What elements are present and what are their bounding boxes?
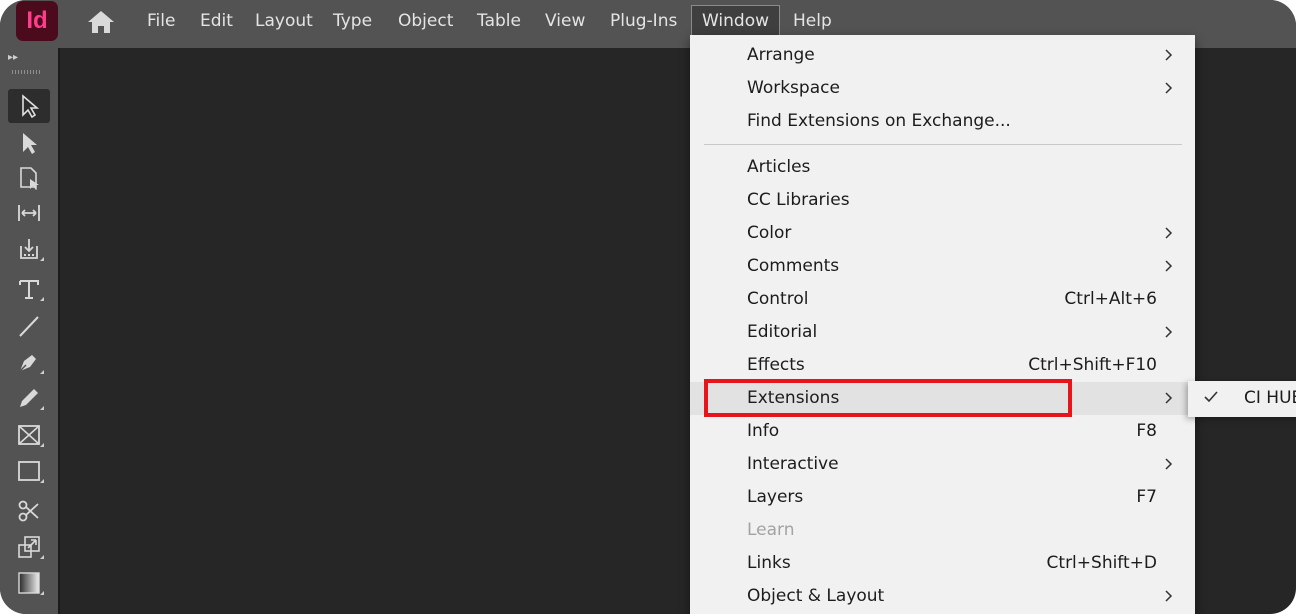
- chevron-right-icon: [1165, 458, 1173, 470]
- menu-item-control[interactable]: Control Ctrl+Alt+6: [690, 283, 1195, 316]
- indesign-logo: Id: [16, 1, 58, 41]
- line-tool-icon[interactable]: [8, 309, 50, 343]
- rectangle-frame-tool-icon[interactable]: [8, 418, 50, 452]
- menu-item-layers[interactable]: Layers F7: [690, 481, 1195, 514]
- extensions-highlight-box: [704, 379, 1072, 417]
- menu-file[interactable]: File: [137, 0, 185, 42]
- chevron-right-icon: [1165, 227, 1173, 239]
- menu-item-object-layout[interactable]: Object & Layout: [690, 580, 1195, 613]
- menu-item-interactive[interactable]: Interactive: [690, 448, 1195, 481]
- chevron-right-icon: [1165, 260, 1173, 272]
- scissors-tool-icon[interactable]: [8, 494, 50, 528]
- window-menu-dropdown: Arrange Workspace Find Extensions on Exc…: [690, 35, 1195, 614]
- page-tool-icon[interactable]: [8, 161, 50, 195]
- menu-item-comments[interactable]: Comments: [690, 250, 1195, 283]
- menu-item-learn: Learn: [747, 520, 795, 540]
- menu-view[interactable]: View: [535, 0, 595, 42]
- menu-plug-ins[interactable]: Plug-Ins: [600, 0, 687, 42]
- menu-item-find-extensions[interactable]: Find Extensions on Exchange...: [690, 105, 1195, 138]
- pen-tool-icon[interactable]: [8, 345, 50, 379]
- menu-item-articles[interactable]: Articles: [690, 151, 1195, 184]
- menu-type[interactable]: Type: [323, 0, 382, 42]
- menu-edit[interactable]: Edit: [190, 0, 243, 42]
- tools-panel: ▸▸: [0, 48, 58, 614]
- menu-table[interactable]: Table: [467, 0, 531, 42]
- menu-separator: [704, 144, 1182, 145]
- collapse-panel-icon[interactable]: ▸▸: [8, 52, 18, 63]
- menu-item-cc-libraries[interactable]: CC Libraries: [690, 184, 1195, 217]
- content-collector-tool-icon[interactable]: [8, 232, 50, 266]
- home-icon[interactable]: [86, 9, 116, 35]
- menu-item-color[interactable]: Color: [690, 217, 1195, 250]
- menu-object[interactable]: Object: [388, 0, 463, 42]
- chevron-right-icon: [1165, 326, 1173, 338]
- gap-tool-icon[interactable]: [8, 196, 50, 230]
- menu-window[interactable]: Window: [691, 5, 781, 37]
- direct-selection-tool-icon[interactable]: [8, 126, 50, 160]
- pencil-tool-icon[interactable]: [8, 381, 50, 415]
- extensions-submenu: CI HUB: [1188, 381, 1296, 417]
- menu-item-workspace[interactable]: Workspace: [690, 72, 1195, 105]
- menu-layout[interactable]: Layout: [245, 0, 323, 42]
- gradient-swatch-tool-icon[interactable]: [8, 566, 50, 600]
- panel-grip[interactable]: [12, 70, 42, 74]
- menu-item-links[interactable]: Links Ctrl+Shift+D: [690, 547, 1195, 580]
- rectangle-tool-icon[interactable]: [8, 454, 50, 488]
- selection-tool-icon[interactable]: [8, 89, 50, 123]
- chevron-right-icon: [1165, 392, 1173, 404]
- menu-item-editorial[interactable]: Editorial: [690, 316, 1195, 349]
- type-tool-icon[interactable]: [8, 272, 50, 306]
- chevron-right-icon: [1165, 49, 1173, 61]
- menu-item-arrange[interactable]: Arrange: [690, 39, 1195, 72]
- free-transform-tool-icon[interactable]: [8, 530, 50, 564]
- checkmark-icon: [1204, 391, 1218, 403]
- panel-divider: [58, 48, 60, 614]
- chevron-right-icon: [1165, 82, 1173, 94]
- app-window: Id File Edit Layout Type Object Table Vi…: [0, 0, 1296, 614]
- chevron-right-icon: [1165, 590, 1173, 602]
- menu-item-info[interactable]: Info F8: [690, 415, 1195, 448]
- menu-item-effects[interactable]: Effects Ctrl+Shift+F10: [690, 349, 1195, 382]
